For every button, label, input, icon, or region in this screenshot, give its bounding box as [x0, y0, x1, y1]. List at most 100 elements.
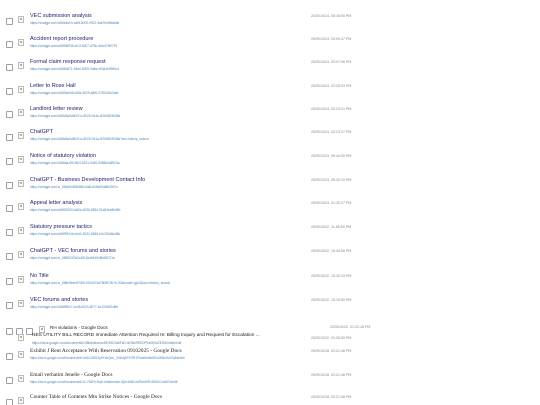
page-favicon-icon: [18, 375, 24, 382]
page-favicon-icon: [18, 62, 24, 69]
history-url[interactable]: https://docs.google.com/document/d/1f8b6…: [32, 341, 181, 345]
row-checkbox[interactable]: [6, 41, 13, 48]
history-date: 2025/10/24, 02:23:27 PM: [311, 130, 352, 134]
page-favicon-icon: [18, 39, 24, 46]
page-favicon-icon: [18, 203, 24, 210]
row-checkbox[interactable]: [6, 353, 13, 360]
history-row[interactable]: Appeal letter analysis https://chatgpt.co…: [0, 200, 540, 224]
page-favicon-icon: [18, 351, 24, 358]
history-url[interactable]: https://chatgpt.com/c/68f4df71-94a0-8009…: [30, 67, 119, 71]
row-checkbox[interactable]: [6, 111, 13, 118]
history-date: 2025/10/23, 09:44:30 PM: [311, 154, 352, 158]
history-url[interactable]: https://chatgpt.com/c/68d5a0d8f-f01c-802…: [30, 114, 120, 118]
page-favicon-icon: [18, 86, 24, 93]
history-date: 2025/10/24, 02:25:03 PM: [311, 84, 352, 88]
history-row[interactable]: No Title https://chatgpt.com/c/_68fe4fbec…: [0, 273, 540, 297]
history-title[interactable]: Email verbatim Jenelle - Google Docs: [30, 372, 112, 378]
history-date: 2025/10/22, 10:19:50 PM: [311, 298, 352, 302]
history-title[interactable]: Landlord letter review: [30, 106, 83, 112]
history-row[interactable]: Formal claim response request https://cha…: [0, 59, 540, 83]
row-checkbox[interactable]: [6, 253, 13, 260]
row-checkbox[interactable]: [6, 18, 13, 25]
history-date: 2025/10/24, 03:09:47 PM: [311, 37, 352, 41]
page-favicon-icon: [18, 156, 24, 163]
history-title[interactable]: Accident report procedure: [30, 36, 93, 42]
page-favicon-icon: [18, 132, 24, 139]
history-title[interactable]: Exhibit J Rent Acceptance With Reservati…: [30, 348, 182, 354]
history-url[interactable]: https://chatgpt.com/c/68f0a0d5-c68e-8025…: [30, 91, 118, 95]
page-favicon-icon: [18, 276, 24, 283]
page-favicon-icon: [18, 180, 24, 187]
history-title[interactable]: Counter Table of Contents Mtn Strike Not…: [30, 394, 162, 400]
history-title[interactable]: NES UTILITY BILL RECORD Immediate Attent…: [32, 333, 260, 338]
history-row[interactable]: Notice of statutory violation https://cha…: [0, 153, 540, 177]
history-row[interactable]: Accident report procedure https://chatgpt…: [0, 36, 540, 60]
history-row[interactable]: Landlord letter review https://chatgpt.co…: [0, 106, 540, 130]
history-title[interactable]: Letter to Rose Hall: [30, 83, 76, 89]
page-favicon-icon: [18, 227, 24, 234]
history-title[interactable]: ChatGPT - VEC forums and stories: [30, 248, 116, 254]
row-checkbox[interactable]: [6, 88, 13, 95]
row-checkbox[interactable]: [6, 182, 13, 189]
history-row[interactable]: Counter Table of Contents Mtn Strike Not…: [0, 394, 540, 405]
row-checkbox[interactable]: [6, 377, 13, 384]
history-date: 2025/10/24, 03:07:06 PM: [311, 60, 352, 64]
page-favicon-icon: [18, 397, 24, 404]
history-url[interactable]: https://chatgpt.com/c/68d5a0d8f-f01c-802…: [30, 137, 149, 141]
history-row[interactable]: Letter to Rose Hall https://chatgpt.com/c…: [0, 83, 540, 107]
history-row[interactable]: Exhibit J Rent Acceptance With Reservati…: [0, 348, 540, 372]
history-row[interactable]: ChatGPT https://chatgpt.com/c/68d5a0d8f-f…: [0, 129, 540, 153]
row-checkbox[interactable]: [6, 302, 13, 309]
history-title[interactable]: Notice of statutory violation: [30, 153, 96, 159]
page-favicon-icon: [18, 251, 24, 258]
history-url[interactable]: https://chatgpt.com/c/68faa19b-f504-8321…: [30, 161, 120, 165]
history-title[interactable]: No Title: [30, 273, 49, 279]
history-url[interactable]: https://chatgpt.com/c/68f25254-b80e-8026…: [30, 208, 120, 212]
history-date: 2025/10/18, 02:21:46 PM: [311, 373, 352, 377]
history-title[interactable]: ChatGPT: [30, 129, 53, 135]
history-url[interactable]: https://chatgpt.com/c/_68de5455fb86b14a6…: [30, 185, 118, 189]
page-favicon-icon: [18, 16, 24, 23]
history-url[interactable]: https://docs.google.com/document/d/1Z-Y5…: [30, 380, 177, 384]
history-title[interactable]: VEC forums and stories: [30, 297, 88, 303]
history-row[interactable]: VEC forums and stories https://chatgpt.co…: [0, 297, 540, 321]
page-favicon-icon: [18, 334, 24, 341]
history-row[interactable]: Statutory pressure tactics https://chatgp…: [0, 224, 540, 248]
row-checkbox[interactable]: [6, 64, 13, 71]
history-date: 2025/10/23, 01:30:27 PM: [311, 201, 352, 205]
history-date: 2025/10/22, 01:22:16 PM: [330, 325, 371, 329]
history-row[interactable]: Email verbatim Jenelle - Google Docs http…: [0, 372, 540, 396]
history-row[interactable]: ChatGPT - Business Development Contact I…: [0, 177, 540, 201]
history-date: 2025/10/24, 02:23:21 PM: [311, 107, 352, 111]
history-row[interactable]: ChatGPT - VEC forums and stories https://…: [0, 248, 540, 272]
history-title[interactable]: RH violations - Google Docs: [50, 325, 108, 330]
row-checkbox[interactable]: [6, 229, 13, 236]
page-favicon-icon: [18, 300, 24, 307]
history-url[interactable]: https://chatgpt.com/c/_68fe4fbec870f0191…: [30, 281, 170, 285]
history-date: 2025/10/22, 10:32:24 PM: [311, 274, 352, 278]
history-url[interactable]: https://chatgpt.com/c/_68f90220d2c4811ba…: [30, 256, 115, 260]
history-title[interactable]: Statutory pressure tactics: [30, 224, 92, 230]
history-date: 2025/10/18, 02:21:46 PM: [311, 349, 352, 353]
row-checkbox[interactable]: [6, 205, 13, 212]
history-row[interactable]: VEC submission analysis https://chatgpt.c…: [0, 13, 540, 37]
history-date: 2025/10/22, 10:34:55 PM: [311, 249, 352, 253]
history-title[interactable]: ChatGPT - Business Development Contact I…: [30, 177, 145, 183]
history-title[interactable]: Appeal letter analysis: [30, 200, 82, 206]
history-title[interactable]: VEC submission analysis: [30, 13, 92, 19]
row-checkbox[interactable]: [6, 134, 13, 141]
history-url[interactable]: https://chatgpt.com/c/68b4b04-a4f8-8002-…: [30, 21, 119, 25]
history-url[interactable]: https://chatgpt.com/c/68f9944b-bed0-8020…: [30, 232, 120, 236]
history-date: 2025/10/18, 02:21:08 PM: [311, 395, 352, 399]
page-favicon-icon: [39, 326, 45, 333]
row-checkbox[interactable]: [6, 278, 13, 285]
history-url[interactable]: https://chatgpt.com/c/68f9f0c7-ec08-8020…: [30, 305, 118, 309]
history-date: 2025/10/24, 08:16:00 PM: [311, 14, 352, 18]
row-checkbox[interactable]: [6, 158, 13, 165]
history-url[interactable]: https://chatgpt.com/c/68f08035-e01f-8007…: [30, 44, 117, 48]
page-favicon-icon: [18, 109, 24, 116]
row-checkbox[interactable]: [6, 399, 13, 405]
history-title[interactable]: Formal claim response request: [30, 59, 106, 65]
history-url[interactable]: https://docs.google.com/document/d/1e1b1…: [30, 356, 185, 360]
history-date: 2025/10/22, 01:20:50 PM: [311, 336, 352, 340]
